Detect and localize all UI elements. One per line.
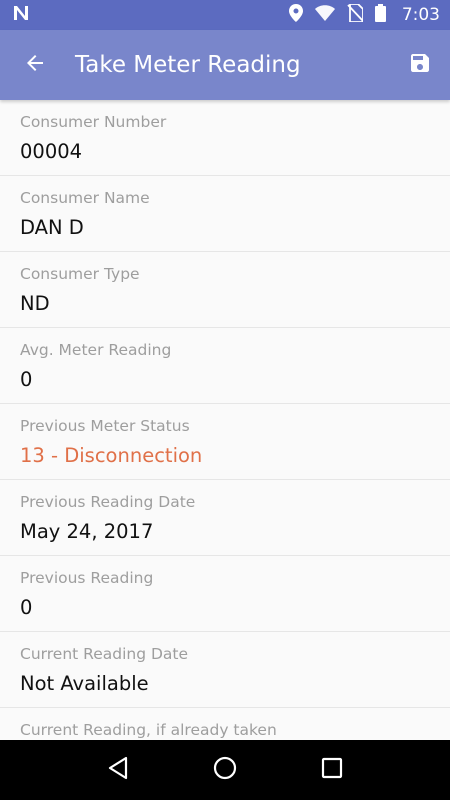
field-label: Consumer Name <box>20 189 150 207</box>
field-value: 00004 <box>20 140 83 163</box>
field-value: 13 - Disconnection <box>20 444 203 467</box>
field-label: Previous Reading Date <box>20 493 196 511</box>
field-value: 0 <box>20 368 33 391</box>
arrow-back-icon <box>23 51 47 79</box>
field-label: Current Reading, if already taken <box>20 721 277 739</box>
battery-icon <box>374 4 386 26</box>
field-consumer-type: Consumer Type ND <box>0 252 450 328</box>
field-value: Not Available <box>20 672 149 695</box>
field-value: ND <box>20 292 50 315</box>
meter-reading-form: Consumer Number 00004 Consumer Name DAN … <box>0 100 450 740</box>
status-time: 7:03 <box>401 5 440 25</box>
field-previous-reading: Previous Reading 0 <box>0 556 450 632</box>
field-consumer-name: Consumer Name DAN D <box>0 176 450 252</box>
nav-back-button[interactable] <box>98 750 138 790</box>
no-sim-icon <box>347 3 364 26</box>
home-circle-icon <box>213 756 237 784</box>
status-bar: 7:03 <box>0 0 450 30</box>
field-value: May 24, 2017 <box>20 520 154 543</box>
system-nav-bar <box>0 740 450 800</box>
location-icon <box>288 4 303 26</box>
n-notification-icon <box>12 4 30 26</box>
nav-home-button[interactable] <box>205 750 245 790</box>
field-current-reading[interactable]: Current Reading, if already taken <box>0 708 450 740</box>
save-button[interactable] <box>390 30 450 100</box>
recents-square-icon <box>321 757 343 783</box>
field-avg-meter-reading: Avg. Meter Reading 0 <box>0 328 450 404</box>
wifi-icon <box>314 5 335 25</box>
back-triangle-icon <box>107 756 129 784</box>
field-label: Avg. Meter Reading <box>20 341 172 359</box>
back-button[interactable] <box>0 30 70 100</box>
field-label: Consumer Number <box>20 113 167 131</box>
field-previous-reading-date: Previous Reading Date May 24, 2017 <box>0 480 450 556</box>
page-title: Take Meter Reading <box>75 52 301 78</box>
app-bar: Take Meter Reading <box>0 30 450 100</box>
field-label: Consumer Type <box>20 265 140 283</box>
field-label: Previous Meter Status <box>20 417 190 435</box>
field-current-reading-date: Current Reading Date Not Available <box>0 632 450 708</box>
nav-recents-button[interactable] <box>312 750 352 790</box>
field-value: DAN D <box>20 216 84 239</box>
field-label: Current Reading Date <box>20 645 189 663</box>
field-value: 0 <box>20 596 33 619</box>
field-consumer-number: Consumer Number 00004 <box>0 100 450 176</box>
save-icon <box>408 51 432 79</box>
field-previous-meter-status: Previous Meter Status 13 - Disconnection <box>0 404 450 480</box>
field-label: Previous Reading <box>20 569 154 587</box>
